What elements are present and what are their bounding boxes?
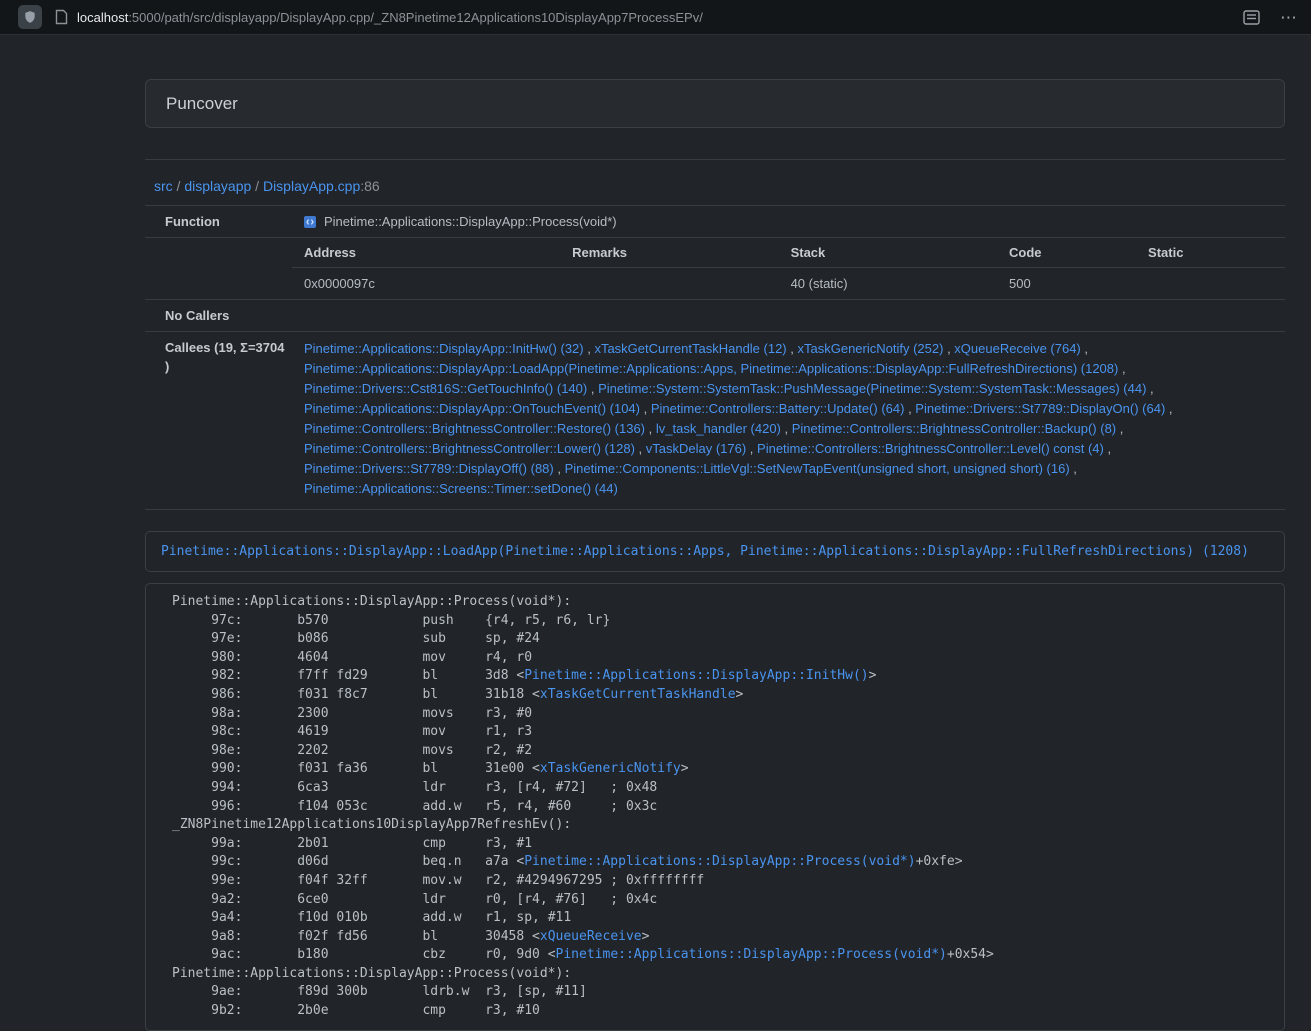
callee-link[interactable]: vTaskDelay (176) — [646, 441, 746, 456]
callee-link[interactable]: Pinetime::Drivers::St7789::DisplayOn() (… — [915, 401, 1165, 416]
callee-link[interactable]: Pinetime::Applications::DisplayApp::Load… — [304, 361, 1118, 376]
col-stack: Stack — [779, 238, 997, 268]
callee-separator: , — [645, 421, 656, 436]
code-value: 500 — [997, 268, 1136, 300]
callee-separator: , — [554, 461, 565, 476]
callee-link[interactable]: xTaskGenericNotify (252) — [798, 341, 944, 356]
function-symbol: Pinetime::Applications::DisplayApp::Proc… — [324, 212, 617, 231]
stats-values-row: 0x0000097c 40 (static) 500 — [292, 268, 1285, 300]
callee-link[interactable]: Pinetime::Drivers::St7789::DisplayOff() … — [304, 461, 554, 476]
col-static: Static — [1136, 238, 1285, 268]
callee-separator: , — [1165, 401, 1172, 416]
disassembly-symbol-link[interactable]: xTaskGetCurrentTaskHandle — [540, 687, 736, 702]
no-callers-label: No Callers — [145, 300, 292, 331]
highlighted-symbol-link[interactable]: Pinetime::Applications::DisplayApp::Load… — [161, 544, 1249, 559]
callee-separator: , — [904, 401, 915, 416]
callee-separator: , — [1081, 341, 1088, 356]
callee-separator: , — [1146, 381, 1153, 396]
overflow-menu-icon[interactable]: ⋯ — [1280, 9, 1298, 26]
callee-separator: , — [787, 341, 798, 356]
col-address: Address — [292, 238, 560, 268]
callee-separator: , — [781, 421, 792, 436]
callee-separator: , — [635, 441, 646, 456]
disassembly-symbol-link[interactable]: Pinetime::Applications::DisplayApp::Proc… — [524, 854, 915, 869]
shield-icon — [23, 10, 37, 24]
callee-link[interactable]: Pinetime::Controllers::BrightnessControl… — [304, 441, 635, 456]
stats-cell: Address Remarks Stack Code Static 0x0000… — [292, 238, 1285, 299]
function-symbol-cell: Pinetime::Applications::DisplayApp::Proc… — [292, 206, 1285, 237]
disassembly-symbol-link[interactable]: xQueueReceive — [540, 929, 642, 944]
callers-cell — [292, 300, 1285, 331]
breadcrumb-separator: / — [251, 178, 263, 194]
callee-link[interactable]: Pinetime::Applications::DisplayApp::OnTo… — [304, 401, 640, 416]
stats-row: Address Remarks Stack Code Static 0x0000… — [145, 237, 1285, 299]
callees-label: Callees (19, Σ=3704 ) — [145, 332, 292, 509]
disassembly-symbol-link[interactable]: xTaskGenericNotify — [540, 761, 681, 776]
reader-view-icon[interactable] — [1243, 10, 1260, 25]
callee-link[interactable]: Pinetime::System::SystemTask::PushMessag… — [598, 381, 1146, 396]
breadcrumb-link-displayapp.cpp[interactable]: DisplayApp.cpp — [263, 178, 360, 194]
callee-link[interactable]: lv_task_handler (420) — [656, 421, 781, 436]
callee-separator: , — [640, 401, 651, 416]
callees-row: Callees (19, Σ=3704 ) Pinetime::Applicat… — [145, 331, 1285, 509]
address-value: 0x0000097c — [292, 268, 560, 300]
url-host: localhost — [77, 10, 128, 25]
static-value — [1136, 268, 1285, 300]
remarks-value — [560, 268, 778, 300]
stats-label-spacer — [145, 238, 292, 299]
content-area: Puncover src / displayapp / DisplayApp.c… — [145, 35, 1285, 1031]
breadcrumb-line-number: :86 — [360, 178, 379, 194]
function-table: Function Pinetime::Applications::Display… — [145, 205, 1285, 510]
callee-separator: , — [1118, 361, 1125, 376]
breadcrumb-link-src[interactable]: src — [154, 178, 173, 194]
callee-link[interactable]: Pinetime::Controllers::BrightnessControl… — [757, 441, 1104, 456]
callee-link[interactable]: Pinetime::Components::LittleVgl::SetNewT… — [565, 461, 1070, 476]
callee-link[interactable]: xQueueReceive (764) — [954, 341, 1080, 356]
callee-separator: , — [1104, 441, 1111, 456]
breadcrumb: src / displayapp / DisplayApp.cpp:86 — [145, 178, 1285, 194]
stack-value: 40 (static) — [779, 268, 997, 300]
page-title: Puncover — [166, 93, 1264, 114]
callee-link[interactable]: Pinetime::Drivers::Cst816S::GetTouchInfo… — [304, 381, 587, 396]
disassembly-symbol-link[interactable]: Pinetime::Applications::DisplayApp::Init… — [524, 668, 868, 683]
disassembly-block: Pinetime::Applications::DisplayApp::Proc… — [145, 583, 1285, 1031]
callee-separator: , — [943, 341, 954, 356]
disassembly-symbol-link[interactable]: Pinetime::Applications::DisplayApp::Proc… — [556, 947, 947, 962]
breadcrumb-separator: / — [173, 178, 185, 194]
function-row: Function Pinetime::Applications::Display… — [145, 206, 1285, 237]
callee-separator: , — [1070, 461, 1077, 476]
url-bar[interactable]: localhost:5000/path/src/displayapp/Displ… — [77, 10, 1243, 25]
function-icon — [304, 216, 316, 228]
callee-link[interactable]: Pinetime::Controllers::BrightnessControl… — [792, 421, 1116, 436]
divider — [145, 159, 1285, 160]
col-code: Code — [997, 238, 1136, 268]
callee-separator: , — [746, 441, 757, 456]
callee-separator: , — [1116, 421, 1123, 436]
callee-separator: , — [587, 381, 598, 396]
url-path: :5000/path/src/displayapp/DisplayApp.cpp… — [128, 10, 703, 25]
browser-toolbar: localhost:5000/path/src/displayapp/Displ… — [0, 0, 1311, 35]
function-label: Function — [145, 206, 292, 237]
callee-separator: , — [584, 341, 595, 356]
col-remarks: Remarks — [560, 238, 778, 268]
shield-extension-button[interactable] — [18, 5, 42, 29]
callee-link[interactable]: xTaskGetCurrentTaskHandle (12) — [594, 341, 786, 356]
page-header: Puncover — [145, 79, 1285, 128]
callees-list: Pinetime::Applications::DisplayApp::Init… — [292, 332, 1285, 509]
callee-link[interactable]: Pinetime::Applications::Screens::Timer::… — [304, 481, 618, 496]
callee-link[interactable]: Pinetime::Controllers::BrightnessControl… — [304, 421, 645, 436]
stats-table: Address Remarks Stack Code Static 0x0000… — [292, 238, 1285, 299]
no-callers-row: No Callers — [145, 299, 1285, 331]
highlighted-symbol-box: Pinetime::Applications::DisplayApp::Load… — [145, 531, 1285, 572]
callee-link[interactable]: Pinetime::Controllers::Battery::Update()… — [651, 401, 905, 416]
page-icon — [55, 9, 68, 25]
breadcrumb-link-displayapp[interactable]: displayapp — [184, 178, 251, 194]
callee-link[interactable]: Pinetime::Applications::DisplayApp::Init… — [304, 341, 584, 356]
